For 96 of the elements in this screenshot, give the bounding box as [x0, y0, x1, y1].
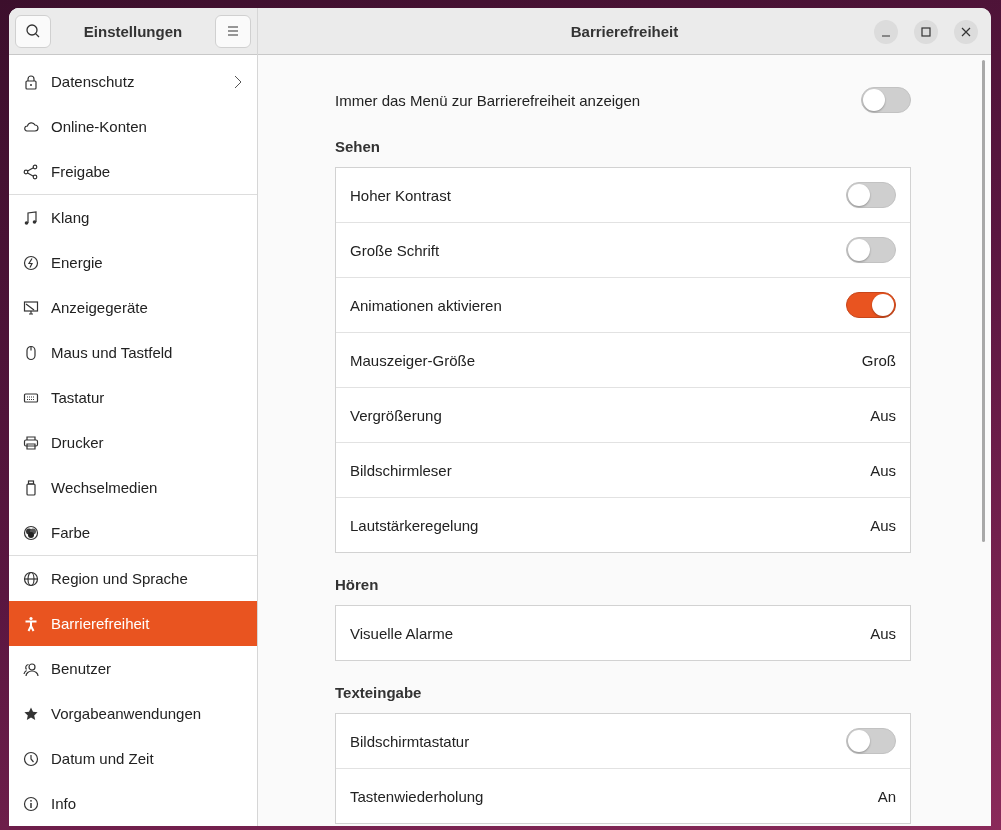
row-label: Lautstärkeregelung [350, 516, 479, 534]
sidebar-item-label: Info [51, 795, 78, 812]
sidebar-title: Einstellungen [83, 22, 183, 40]
sidebar-item[interactable]: Region und Sprache [9, 556, 257, 601]
sidebar-item-label: Energie [51, 254, 104, 271]
row-value: Aus [870, 516, 896, 534]
sidebar-item[interactable]: Online-Konten [9, 104, 257, 149]
users-icon [23, 660, 39, 677]
sidebar-item[interactable]: Maus und Tastfeld [9, 330, 257, 375]
sidebar-item-label: Freigabe [51, 163, 112, 180]
settings-row[interactable]: Bildschirmleser Aus [336, 442, 910, 497]
row-label: Visuelle Alarme [350, 624, 454, 642]
display-icon [23, 299, 39, 316]
sidebar-item[interactable]: Anzeigegeräte [9, 285, 257, 330]
menu-icon [226, 25, 240, 37]
info-icon [23, 795, 39, 812]
row-label: Vergrößerung [350, 406, 442, 424]
toggle-switch[interactable] [846, 292, 896, 318]
globe-icon [23, 570, 39, 587]
color-circles-icon [23, 524, 39, 541]
maximize-icon [921, 27, 931, 37]
sidebar-item[interactable]: Freigabe [9, 149, 257, 194]
row-label: Große Schrift [350, 241, 440, 259]
minimize-icon [882, 34, 890, 37]
sidebar-item-label: Datum und Zeit [51, 750, 155, 767]
clock-icon [23, 750, 39, 767]
section-heading: Texteingabe [335, 684, 423, 701]
settings-row[interactable]: Animationen aktivieren [336, 277, 910, 332]
sidebar-item[interactable]: Datenschutz [9, 59, 257, 104]
settings-row[interactable]: Vergrößerung Aus [336, 387, 910, 442]
settings-row[interactable]: Tastenwiederholung An [336, 768, 910, 823]
scrollbar[interactable] [982, 60, 985, 542]
sidebar-item-label: Datenschutz [51, 73, 136, 90]
row-value: Aus [870, 406, 896, 424]
power-icon [23, 254, 39, 271]
sidebar-item-label: Drucker [51, 434, 105, 451]
row-label: Mauszeiger-Größe [350, 351, 476, 369]
sidebar-item[interactable]: Tastatur [9, 375, 257, 420]
sidebar-item[interactable]: Energie [9, 240, 257, 285]
window-title: Barrierefreiheit [570, 22, 679, 40]
sidebar-item-label: Farbe [51, 524, 92, 541]
section-heading: Sehen [335, 138, 381, 155]
settings-row[interactable]: Mauszeiger-Größe Groß [336, 332, 910, 387]
share-icon [23, 163, 39, 180]
close-button[interactable] [954, 20, 978, 44]
option-label: Immer das Menü zur Barrierefreiheit anzeigen [335, 91, 641, 109]
section-heading: Hören [335, 576, 380, 593]
mouse-icon [23, 344, 39, 361]
row-value: An [877, 787, 896, 805]
row-label: Animationen aktivieren [350, 296, 502, 314]
sidebar-item-label: Maus und Tastfeld [51, 344, 174, 361]
search-icon [25, 23, 41, 39]
sidebar-item-label: Klang [51, 209, 91, 226]
music-note-icon [23, 209, 39, 226]
close-icon [961, 27, 971, 37]
sidebar-item[interactable]: Benutzer [9, 646, 257, 691]
settings-row[interactable]: Lautstärkeregelung Aus [336, 497, 910, 552]
sidebar-item[interactable]: Info [9, 781, 257, 826]
sidebar-item-label: Benutzer [51, 660, 113, 677]
menu-button[interactable] [215, 14, 251, 48]
sidebar-item[interactable]: Klang [9, 195, 257, 240]
minimize-button[interactable] [874, 20, 898, 44]
sidebar-item[interactable]: Farbe [9, 510, 257, 555]
toggle-switch[interactable] [861, 87, 911, 113]
row-label: Tastenwiederholung [350, 787, 484, 805]
row-label: Hoher Kontrast [350, 186, 451, 204]
sidebar-item-label: Vorgabeanwendungen [51, 705, 203, 722]
row-value: Aus [870, 461, 896, 479]
sidebar-item-label: Anzeigegeräte [51, 299, 149, 316]
lock-icon [23, 73, 39, 90]
settings-row[interactable]: Hoher Kontrast [336, 168, 910, 222]
toggle-switch[interactable] [846, 182, 896, 208]
sidebar-item[interactable]: Barrierefreiheit [9, 601, 257, 646]
row-label: Bildschirmtastatur [350, 732, 470, 750]
sidebar-item[interactable]: Datum und Zeit [9, 736, 257, 781]
row-value: Aus [870, 624, 896, 642]
usb-stick-icon [23, 479, 39, 496]
maximize-button[interactable] [914, 20, 938, 44]
sidebar-item-label: Region und Sprache [51, 570, 189, 587]
sidebar-item-label: Barrierefreiheit [51, 615, 151, 632]
row-value: Groß [861, 351, 896, 369]
settings-row[interactable]: Große Schrift [336, 222, 910, 277]
sidebar-item[interactable]: Vorgabeanwendungen [9, 691, 257, 736]
sidebar-item[interactable]: Wechselmedien [9, 465, 257, 510]
printer-icon [23, 434, 39, 451]
sidebar-item-label: Wechselmedien [51, 479, 159, 496]
search-button[interactable] [15, 14, 51, 48]
person-icon [23, 615, 39, 632]
sidebar-item[interactable]: Drucker [9, 420, 257, 465]
sidebar-item-label: Online-Konten [51, 118, 148, 135]
settings-row[interactable]: Visuelle Alarme Aus [336, 606, 910, 660]
toggle-switch[interactable] [846, 237, 896, 263]
row-label: Bildschirmleser [350, 461, 452, 479]
sidebar-item-label: Tastatur [51, 389, 106, 406]
toggle-switch[interactable] [846, 728, 896, 754]
settings-row[interactable]: Bildschirmtastatur [336, 714, 910, 768]
